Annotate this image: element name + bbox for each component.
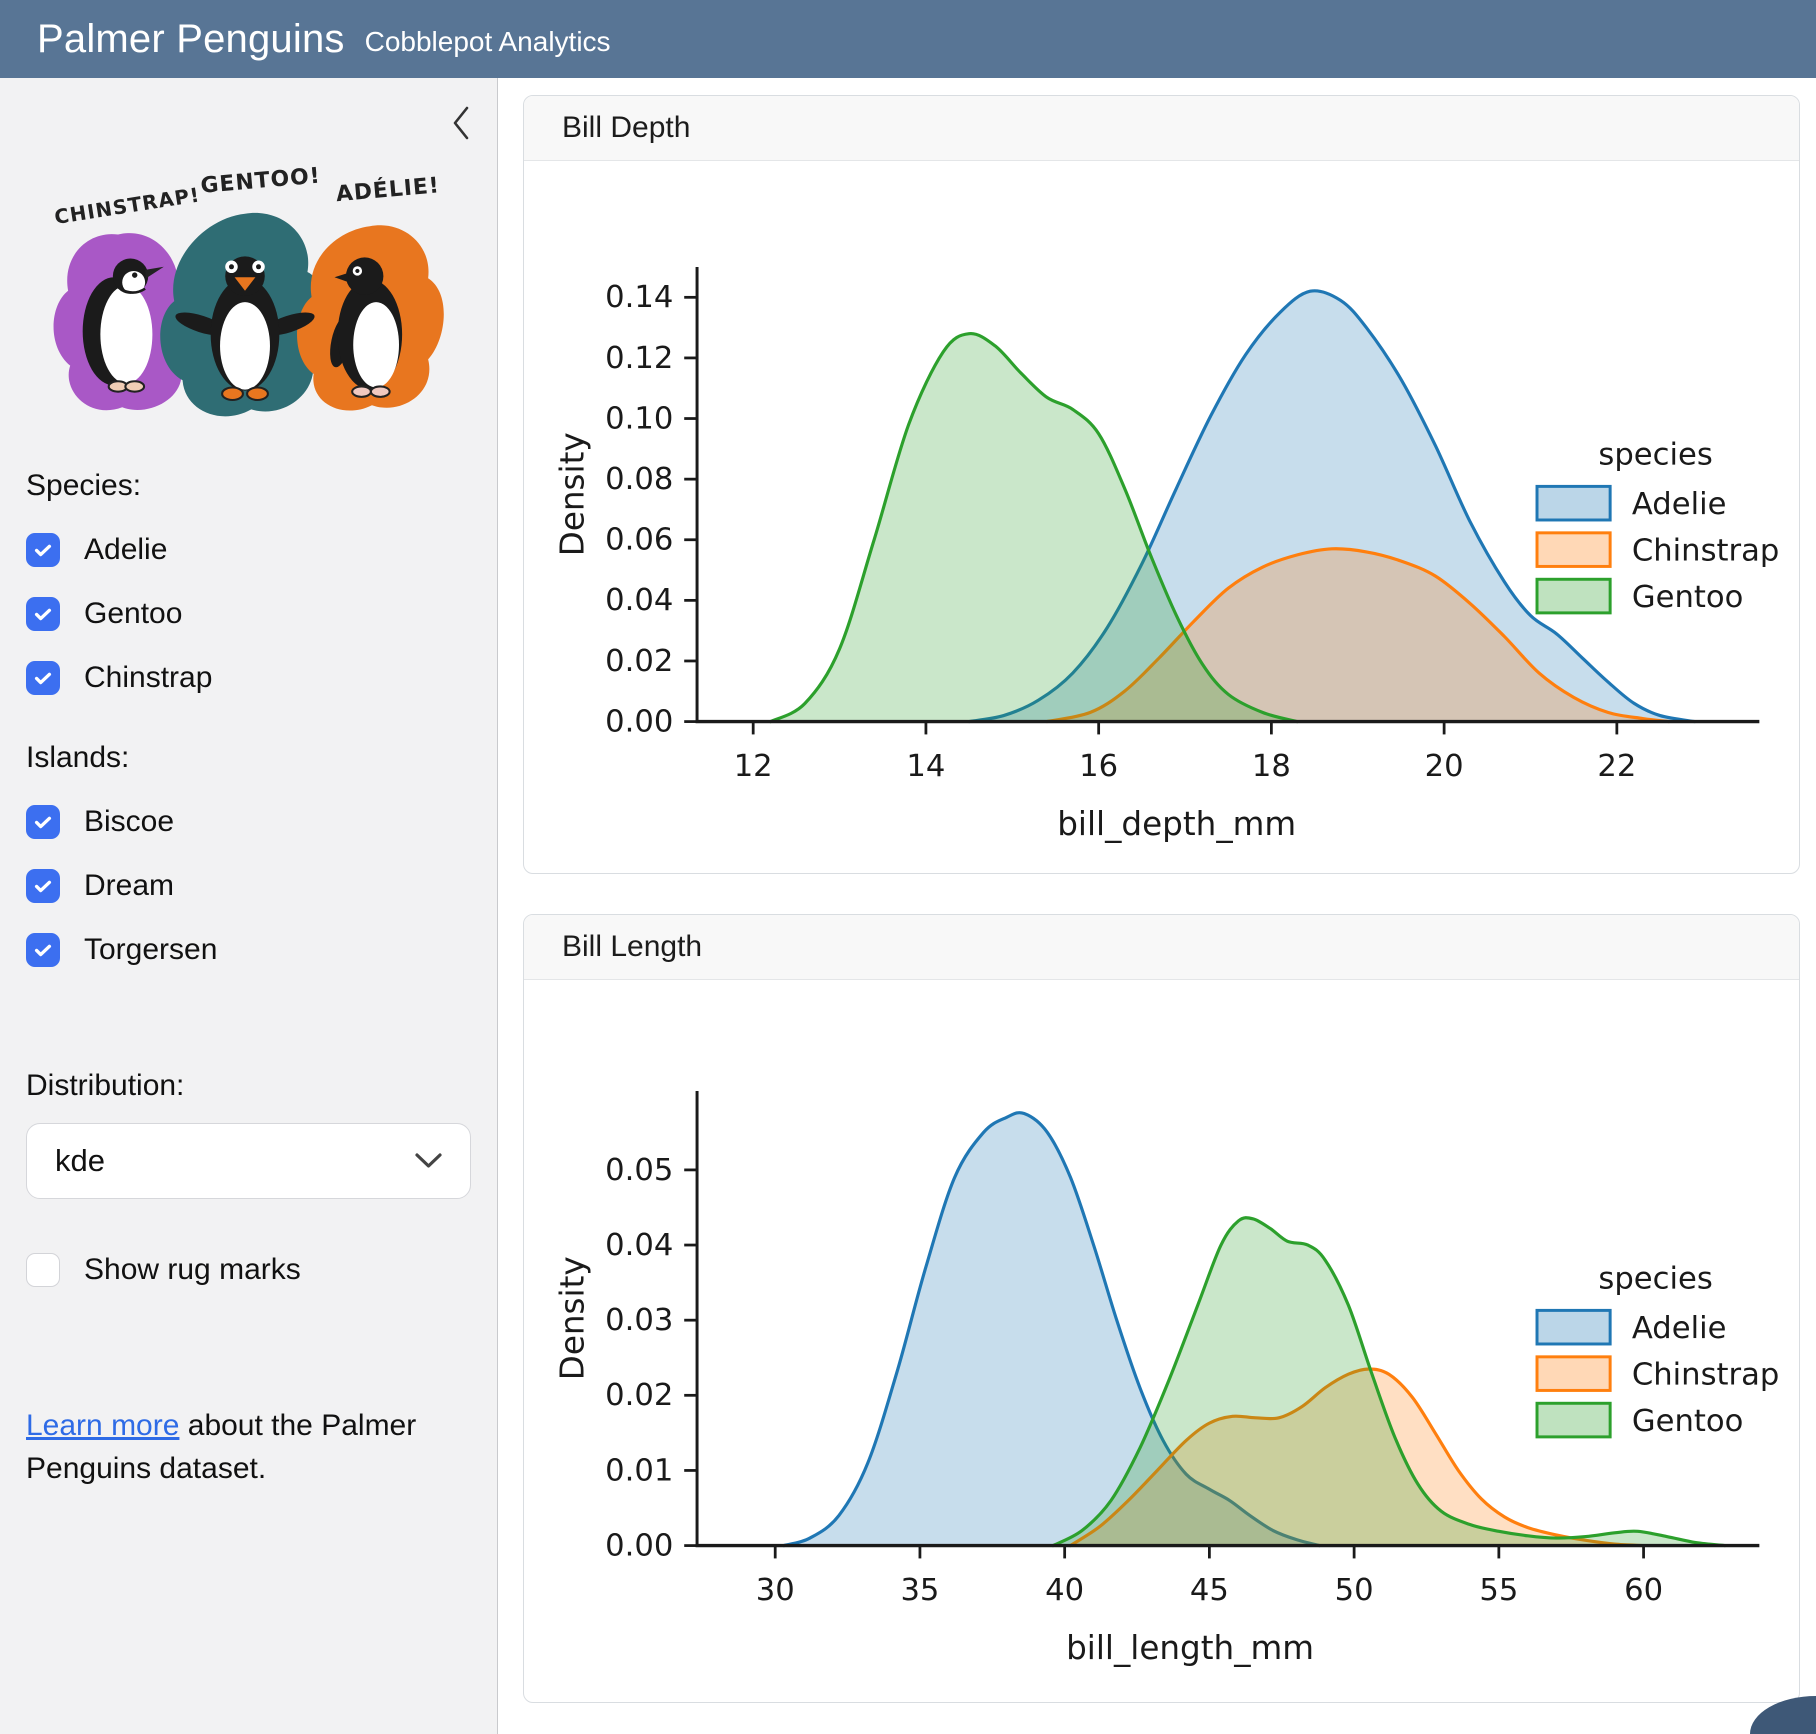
svg-text:16: 16 bbox=[1079, 749, 1118, 784]
bill-depth-card: Bill Depth 12 14 16 18 20 22 0.00 0.02 0.04 0.06 0… bbox=[523, 95, 1800, 874]
islands-label: Islands: bbox=[26, 741, 471, 775]
check-icon bbox=[32, 875, 54, 897]
svg-text:30: 30 bbox=[756, 1573, 795, 1608]
check-icon bbox=[32, 539, 54, 561]
sidebar: CHINSTRAP! GENTOO! ADÉLIE! Species: Adel… bbox=[0, 78, 498, 1734]
islands-filter-group: Islands: Biscoe Dream bbox=[26, 741, 471, 967]
svg-text:60: 60 bbox=[1624, 1573, 1663, 1608]
svg-text:Density: Density bbox=[553, 1256, 591, 1380]
species-options: Adelie Gentoo Chinstrap bbox=[26, 533, 471, 695]
main-content: Bill Depth 12 14 16 18 20 22 0.00 0.02 0.04 0.06 0… bbox=[498, 78, 1816, 1734]
svg-text:18: 18 bbox=[1252, 749, 1291, 784]
svg-text:0.10: 0.10 bbox=[605, 401, 673, 436]
svg-text:12: 12 bbox=[734, 749, 773, 784]
svg-text:55: 55 bbox=[1479, 1573, 1518, 1608]
check-icon bbox=[32, 667, 54, 689]
svg-text:0.08: 0.08 bbox=[605, 462, 673, 497]
rug-checkbox-label[interactable]: Show rug marks bbox=[84, 1253, 301, 1287]
svg-text:0.02: 0.02 bbox=[605, 1378, 673, 1413]
checkbox[interactable] bbox=[26, 933, 60, 967]
svg-text:Adelie: Adelie bbox=[1632, 1311, 1727, 1346]
chevron-left-icon bbox=[451, 104, 471, 142]
svg-text:0.00: 0.00 bbox=[605, 1528, 673, 1563]
check-icon bbox=[32, 603, 54, 625]
bill-length-plot: 30 35 40 45 50 55 60 0.00 0.01 0.02 0.03 0.04 0.05 bi… bbox=[534, 984, 1789, 1702]
svg-text:species: species bbox=[1598, 1262, 1712, 1297]
bill-depth-plot: 12 14 16 18 20 22 0.00 0.02 0.04 0.06 0.08 0.10 0.12… bbox=[534, 165, 1789, 873]
svg-text:0.03: 0.03 bbox=[605, 1303, 673, 1338]
svg-text:0.02: 0.02 bbox=[605, 644, 673, 679]
bill-length-card: Bill Length 30 35 40 45 50 55 60 0.00 0.01 0.02 0.… bbox=[523, 914, 1800, 1703]
svg-text:Chinstrap: Chinstrap bbox=[1632, 1358, 1779, 1393]
adelie-caption: ADÉLIE! bbox=[335, 172, 441, 207]
svg-text:Density: Density bbox=[553, 432, 591, 556]
distribution-select-value: kde bbox=[55, 1143, 105, 1179]
svg-text:0.14: 0.14 bbox=[605, 280, 673, 315]
svg-text:species: species bbox=[1598, 438, 1712, 473]
svg-text:20: 20 bbox=[1425, 749, 1464, 784]
svg-text:0.00: 0.00 bbox=[605, 704, 673, 739]
rug-checkbox-row[interactable]: Show rug marks bbox=[26, 1253, 471, 1287]
checkbox-label[interactable]: Dream bbox=[84, 869, 174, 903]
species-filter-group: Species: Adelie Gentoo bbox=[26, 469, 471, 695]
svg-text:bill_length_mm: bill_length_mm bbox=[1066, 1629, 1314, 1667]
svg-text:Chinstrap: Chinstrap bbox=[1632, 534, 1779, 569]
checkbox-label[interactable]: Gentoo bbox=[84, 597, 182, 631]
chevron-down-icon bbox=[415, 1153, 442, 1170]
distribution-select[interactable]: kde bbox=[26, 1123, 471, 1199]
penguins-illustration: CHINSTRAP! GENTOO! ADÉLIE! bbox=[26, 118, 464, 426]
species-label: Species: bbox=[26, 469, 471, 503]
checkbox-label[interactable]: Torgersen bbox=[84, 933, 217, 967]
checkbox[interactable] bbox=[26, 597, 60, 631]
island-checkbox-row[interactable]: Torgersen bbox=[26, 933, 471, 967]
app-subtitle: Cobblepot Analytics bbox=[365, 26, 611, 58]
species-checkbox-row[interactable]: Gentoo bbox=[26, 597, 471, 631]
distribution-label: Distribution: bbox=[26, 1069, 471, 1103]
check-icon bbox=[32, 939, 54, 961]
svg-text:bill_depth_mm: bill_depth_mm bbox=[1057, 805, 1296, 843]
checkbox[interactable] bbox=[26, 805, 60, 839]
svg-text:0.01: 0.01 bbox=[605, 1453, 673, 1488]
distribution-group: Distribution: kde bbox=[26, 1069, 471, 1199]
svg-text:0.06: 0.06 bbox=[605, 523, 673, 558]
rug-checkbox[interactable] bbox=[26, 1253, 60, 1287]
svg-text:0.04: 0.04 bbox=[605, 583, 673, 618]
svg-text:0.04: 0.04 bbox=[605, 1228, 673, 1263]
checkbox-label[interactable]: Adelie bbox=[84, 533, 167, 567]
checkbox[interactable] bbox=[26, 869, 60, 903]
app-header: Palmer Penguins Cobblepot Analytics bbox=[0, 0, 1816, 78]
bill-depth-card-title: Bill Depth bbox=[524, 96, 1799, 161]
svg-text:Gentoo: Gentoo bbox=[1632, 1404, 1743, 1439]
checkbox[interactable] bbox=[26, 661, 60, 695]
island-checkbox-row[interactable]: Dream bbox=[26, 869, 471, 903]
species-checkbox-row[interactable]: Adelie bbox=[26, 533, 471, 567]
chinstrap-caption: CHINSTRAP! bbox=[53, 183, 202, 229]
checkbox-label[interactable]: Biscoe bbox=[84, 805, 174, 839]
dataset-footnote: Learn more about the Palmer Penguins dat… bbox=[26, 1405, 456, 1490]
sidebar-collapse-button[interactable] bbox=[447, 100, 475, 149]
checkbox[interactable] bbox=[26, 533, 60, 567]
islands-options: Biscoe Dream Torgersen bbox=[26, 805, 471, 967]
svg-text:22: 22 bbox=[1597, 749, 1636, 784]
svg-text:35: 35 bbox=[900, 1573, 939, 1608]
checkbox-label[interactable]: Chinstrap bbox=[84, 661, 212, 695]
bill-length-card-title: Bill Length bbox=[524, 915, 1799, 980]
svg-text:Adelie: Adelie bbox=[1632, 487, 1727, 522]
svg-text:14: 14 bbox=[906, 749, 945, 784]
island-checkbox-row[interactable]: Biscoe bbox=[26, 805, 471, 839]
svg-text:40: 40 bbox=[1045, 1573, 1084, 1608]
svg-text:Gentoo: Gentoo bbox=[1632, 580, 1743, 615]
svg-text:50: 50 bbox=[1335, 1573, 1374, 1608]
app-title: Palmer Penguins bbox=[37, 17, 345, 62]
svg-text:0.05: 0.05 bbox=[605, 1153, 673, 1188]
species-checkbox-row[interactable]: Chinstrap bbox=[26, 661, 471, 695]
svg-text:0.12: 0.12 bbox=[605, 341, 673, 376]
check-icon bbox=[32, 811, 54, 833]
svg-text:45: 45 bbox=[1190, 1573, 1229, 1608]
gentoo-caption: GENTOO! bbox=[200, 163, 322, 198]
learn-more-link[interactable]: Learn more bbox=[26, 1409, 179, 1442]
